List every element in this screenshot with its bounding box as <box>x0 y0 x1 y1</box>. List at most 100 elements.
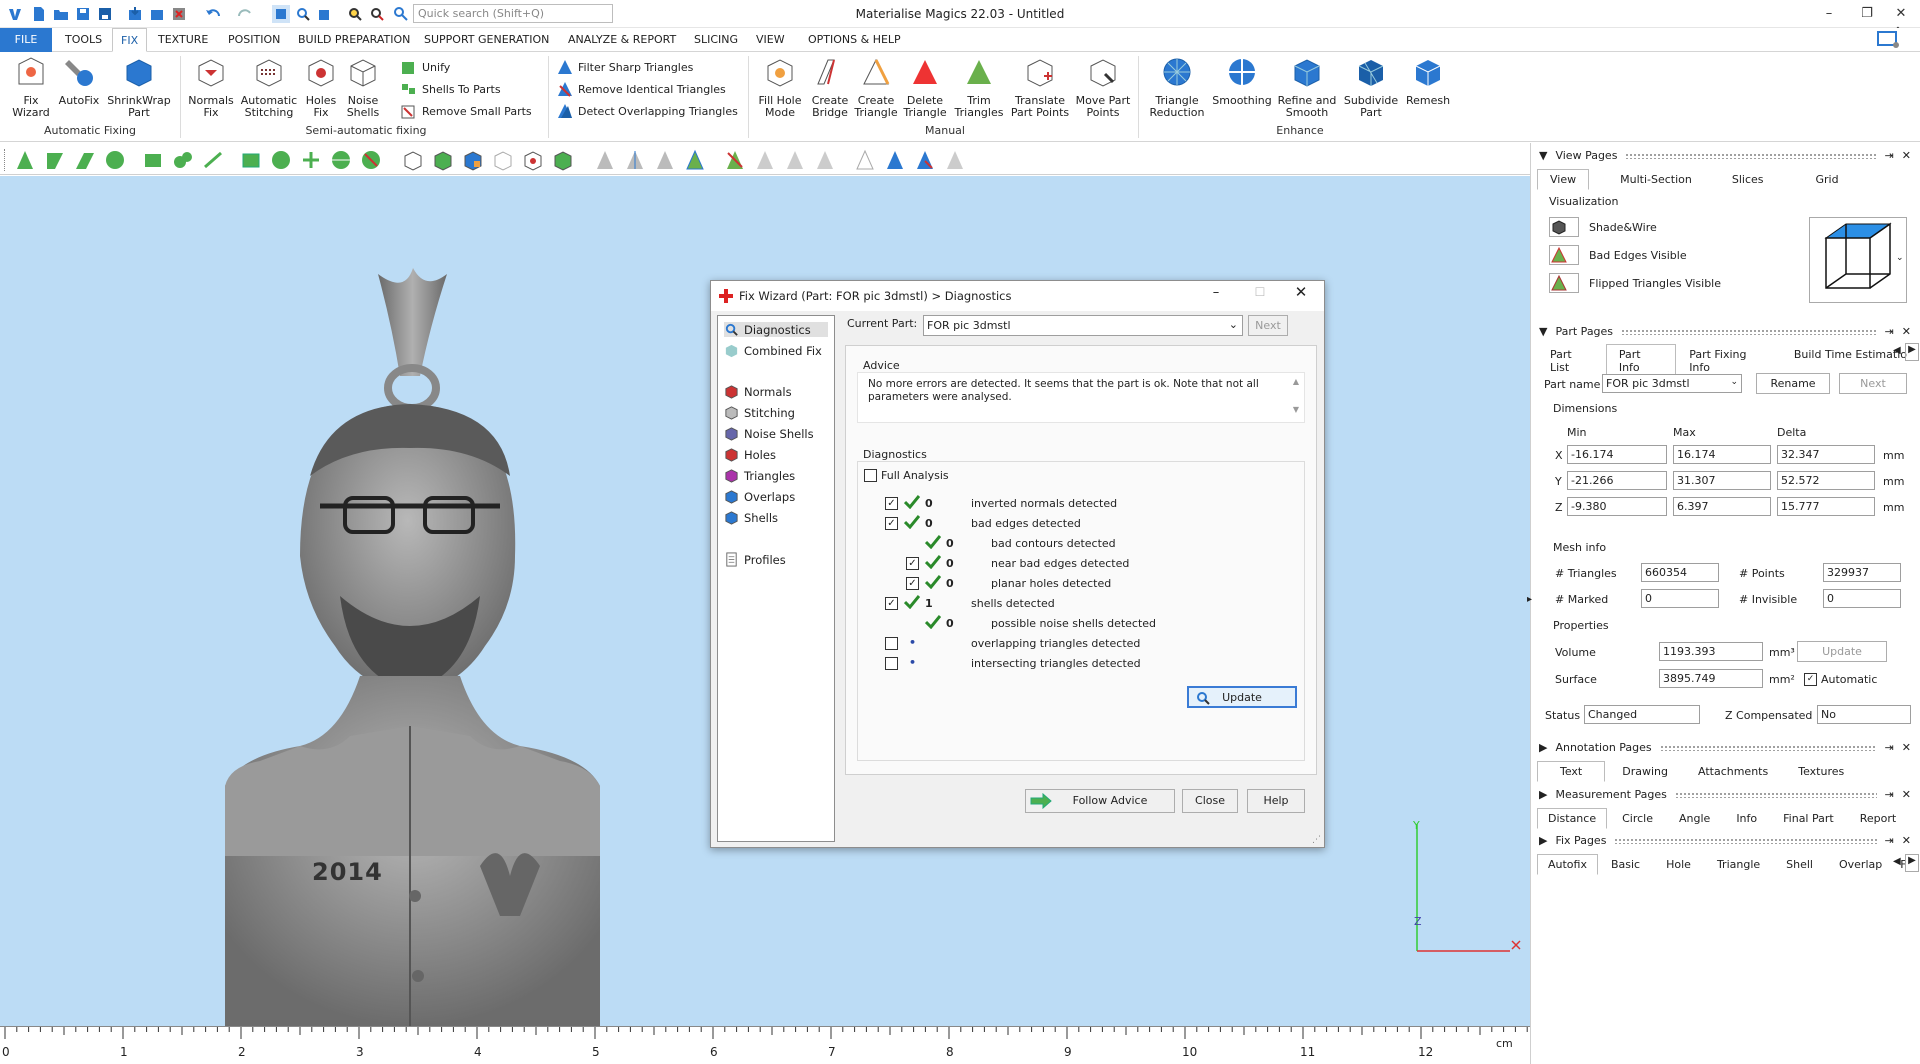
nav-holes[interactable]: Holes <box>724 447 776 462</box>
z-compensated-field[interactable]: No <box>1817 705 1911 724</box>
delete-triangle-button[interactable]: Delete Triangle <box>900 56 950 119</box>
mark-plane-icon[interactable] <box>44 149 66 171</box>
bad-edges-dropdown[interactable] <box>1549 245 1579 265</box>
current-part-select[interactable]: FOR pic 3dmstl ⌄ <box>923 315 1243 336</box>
view-cube[interactable] <box>1809 217 1907 303</box>
mark-part-icon[interactable] <box>402 149 424 171</box>
fill-hole-mode-button[interactable]: Fill Hole Mode <box>754 56 806 119</box>
mark-contour-icon[interactable] <box>172 149 194 171</box>
row-checkbox[interactable] <box>885 657 898 670</box>
triangle-e-icon[interactable] <box>884 149 906 171</box>
advice-scrollbar[interactable]: ▲ ▼ <box>1290 375 1302 420</box>
mark-window-icon[interactable] <box>240 149 262 171</box>
nav-noise-shells[interactable]: Noise Shells <box>724 426 814 441</box>
subdivide-part-button[interactable]: Subdivide Part <box>1342 56 1400 119</box>
follow-advice-button[interactable]: Follow Advice <box>1025 789 1175 813</box>
triangle-d-icon[interactable] <box>854 149 876 171</box>
tab-triangle[interactable]: Triangle <box>1704 854 1773 875</box>
tab-slicing[interactable]: SLICING <box>686 28 746 52</box>
tab-attachments[interactable]: Attachments <box>1685 761 1781 782</box>
marked-field[interactable]: 0 <box>1641 589 1719 608</box>
shells-to-parts-button[interactable]: Shells To Parts <box>400 80 501 98</box>
tab-part-list[interactable]: Part List <box>1537 344 1606 378</box>
part-group-icon[interactable] <box>552 149 574 171</box>
filter-triangle-icon[interactable] <box>594 149 616 171</box>
tab-slices[interactable]: Slices <box>1719 169 1777 190</box>
y-min-field[interactable]: -21.266 <box>1567 471 1667 490</box>
tab-fix[interactable]: FIX <box>112 28 148 52</box>
mark-parts-color-icon[interactable] <box>462 149 484 171</box>
mark-triangle-icon[interactable] <box>14 149 36 171</box>
tab-shell[interactable]: Shell <box>1773 854 1826 875</box>
row-checkbox[interactable]: ✓ <box>906 557 919 570</box>
save-as-icon[interactable] <box>96 5 114 23</box>
properties-update-button[interactable]: Update <box>1797 641 1887 662</box>
full-analysis-checkbox[interactable] <box>864 469 877 482</box>
quick-search-icon[interactable] <box>392 5 410 23</box>
mark-surface-icon[interactable] <box>74 149 96 171</box>
create-bridge-button[interactable]: Create Bridge <box>808 56 852 119</box>
remesh-button[interactable]: Remesh <box>1404 56 1452 107</box>
row-checkbox[interactable]: ✓ <box>885 517 898 530</box>
unmark-icon[interactable] <box>300 149 322 171</box>
tab-hole[interactable]: Hole <box>1653 854 1704 875</box>
help-button[interactable]: Help <box>1247 789 1305 813</box>
part-name-select[interactable]: FOR pic 3dmstl ⌄ <box>1602 374 1742 393</box>
nav-diagnostics[interactable]: Diagnostics <box>724 322 828 337</box>
redo-icon[interactable] <box>232 5 258 23</box>
row-checkbox[interactable]: ✓ <box>906 577 919 590</box>
triangle-c-icon[interactable] <box>814 149 836 171</box>
volume-field[interactable]: 1193.393 <box>1659 642 1763 661</box>
fix-wizard-button[interactable]: Fix Wizard <box>8 56 54 119</box>
view-icon[interactable] <box>316 5 334 23</box>
x-delta-field[interactable]: 32.347 <box>1777 445 1875 464</box>
tab-build-preparation[interactable]: BUILD PREPARATION <box>290 28 418 52</box>
autofix-button[interactable]: AutoFix <box>56 56 102 107</box>
tab-distance[interactable]: Distance <box>1537 808 1608 829</box>
zoom-icon[interactable] <box>294 5 312 23</box>
x-min-field[interactable]: -16.174 <box>1567 445 1667 464</box>
tab-analyze-report[interactable]: ANALYZE & REPORT <box>560 28 684 52</box>
y-max-field[interactable]: 31.307 <box>1673 471 1771 490</box>
annotation-pages-header[interactable]: ▶ Annotation Pages ⇥ ✕ <box>1539 741 1911 754</box>
tab-angle[interactable]: Angle <box>1666 808 1723 829</box>
tab-multi-section[interactable]: Multi-Section <box>1607 169 1705 190</box>
points-field[interactable]: 329937 <box>1823 563 1901 582</box>
mark-region-icon[interactable] <box>270 149 292 171</box>
nav-overlaps[interactable]: Overlaps <box>724 489 795 504</box>
mark-all-parts-icon[interactable] <box>432 149 454 171</box>
mark-shell-icon[interactable] <box>104 149 126 171</box>
tab-view[interactable]: VIEW <box>748 28 793 52</box>
close-part-icon[interactable] <box>170 5 188 23</box>
flip-triangle-icon[interactable] <box>724 149 746 171</box>
fix-pages-header[interactable]: ▶ Fix Pages ⇥ ✕ <box>1539 834 1911 847</box>
resize-grip[interactable]: ⋰ <box>1312 835 1322 845</box>
nav-stitching[interactable]: Stitching <box>724 405 795 420</box>
tabs-scroll-right-icon[interactable]: ▶ <box>1905 343 1919 361</box>
surface-field[interactable]: 3895.749 <box>1659 669 1763 688</box>
dialog-maximize-button[interactable]: ☐ <box>1245 285 1275 299</box>
invisible-field[interactable]: 0 <box>1823 589 1901 608</box>
triangle-b-icon[interactable] <box>784 149 806 171</box>
triangle-f-icon[interactable] <box>914 149 936 171</box>
tab-textures[interactable]: Textures <box>1785 761 1857 782</box>
tab-info[interactable]: Info <box>1723 808 1770 829</box>
panel-splitter-handle[interactable]: ▸ <box>1527 594 1532 605</box>
triangle-a-icon[interactable] <box>754 149 776 171</box>
shrinkwrap-button[interactable]: ShrinkWrap Part <box>104 56 174 119</box>
nav-normals[interactable]: Normals <box>724 384 792 399</box>
quick-search-input[interactable]: Quick search (Shift+Q) <box>413 4 613 23</box>
zoom-in-icon[interactable] <box>346 5 364 23</box>
tab-overlap[interactable]: Overlap <box>1826 854 1895 875</box>
filter-sharp-triangles-button[interactable]: Filter Sharp Triangles <box>556 58 693 76</box>
tab-file[interactable]: FILE <box>0 28 52 52</box>
tab-drawing[interactable]: Drawing <box>1609 761 1681 782</box>
triangles-field[interactable]: 660354 <box>1641 563 1719 582</box>
tab-final-part[interactable]: Final Part <box>1770 808 1847 829</box>
row-checkbox[interactable]: ✓ <box>885 597 898 610</box>
automatic-checkbox[interactable]: ✓ <box>1804 673 1817 686</box>
tab-options-help[interactable]: OPTIONS & HELP <box>800 28 909 52</box>
part-pages-header[interactable]: ▼ Part Pages ⇥ ✕ <box>1539 325 1911 338</box>
holes-fix-button[interactable]: Holes Fix <box>302 56 340 119</box>
tab-basic[interactable]: Basic <box>1598 854 1653 875</box>
